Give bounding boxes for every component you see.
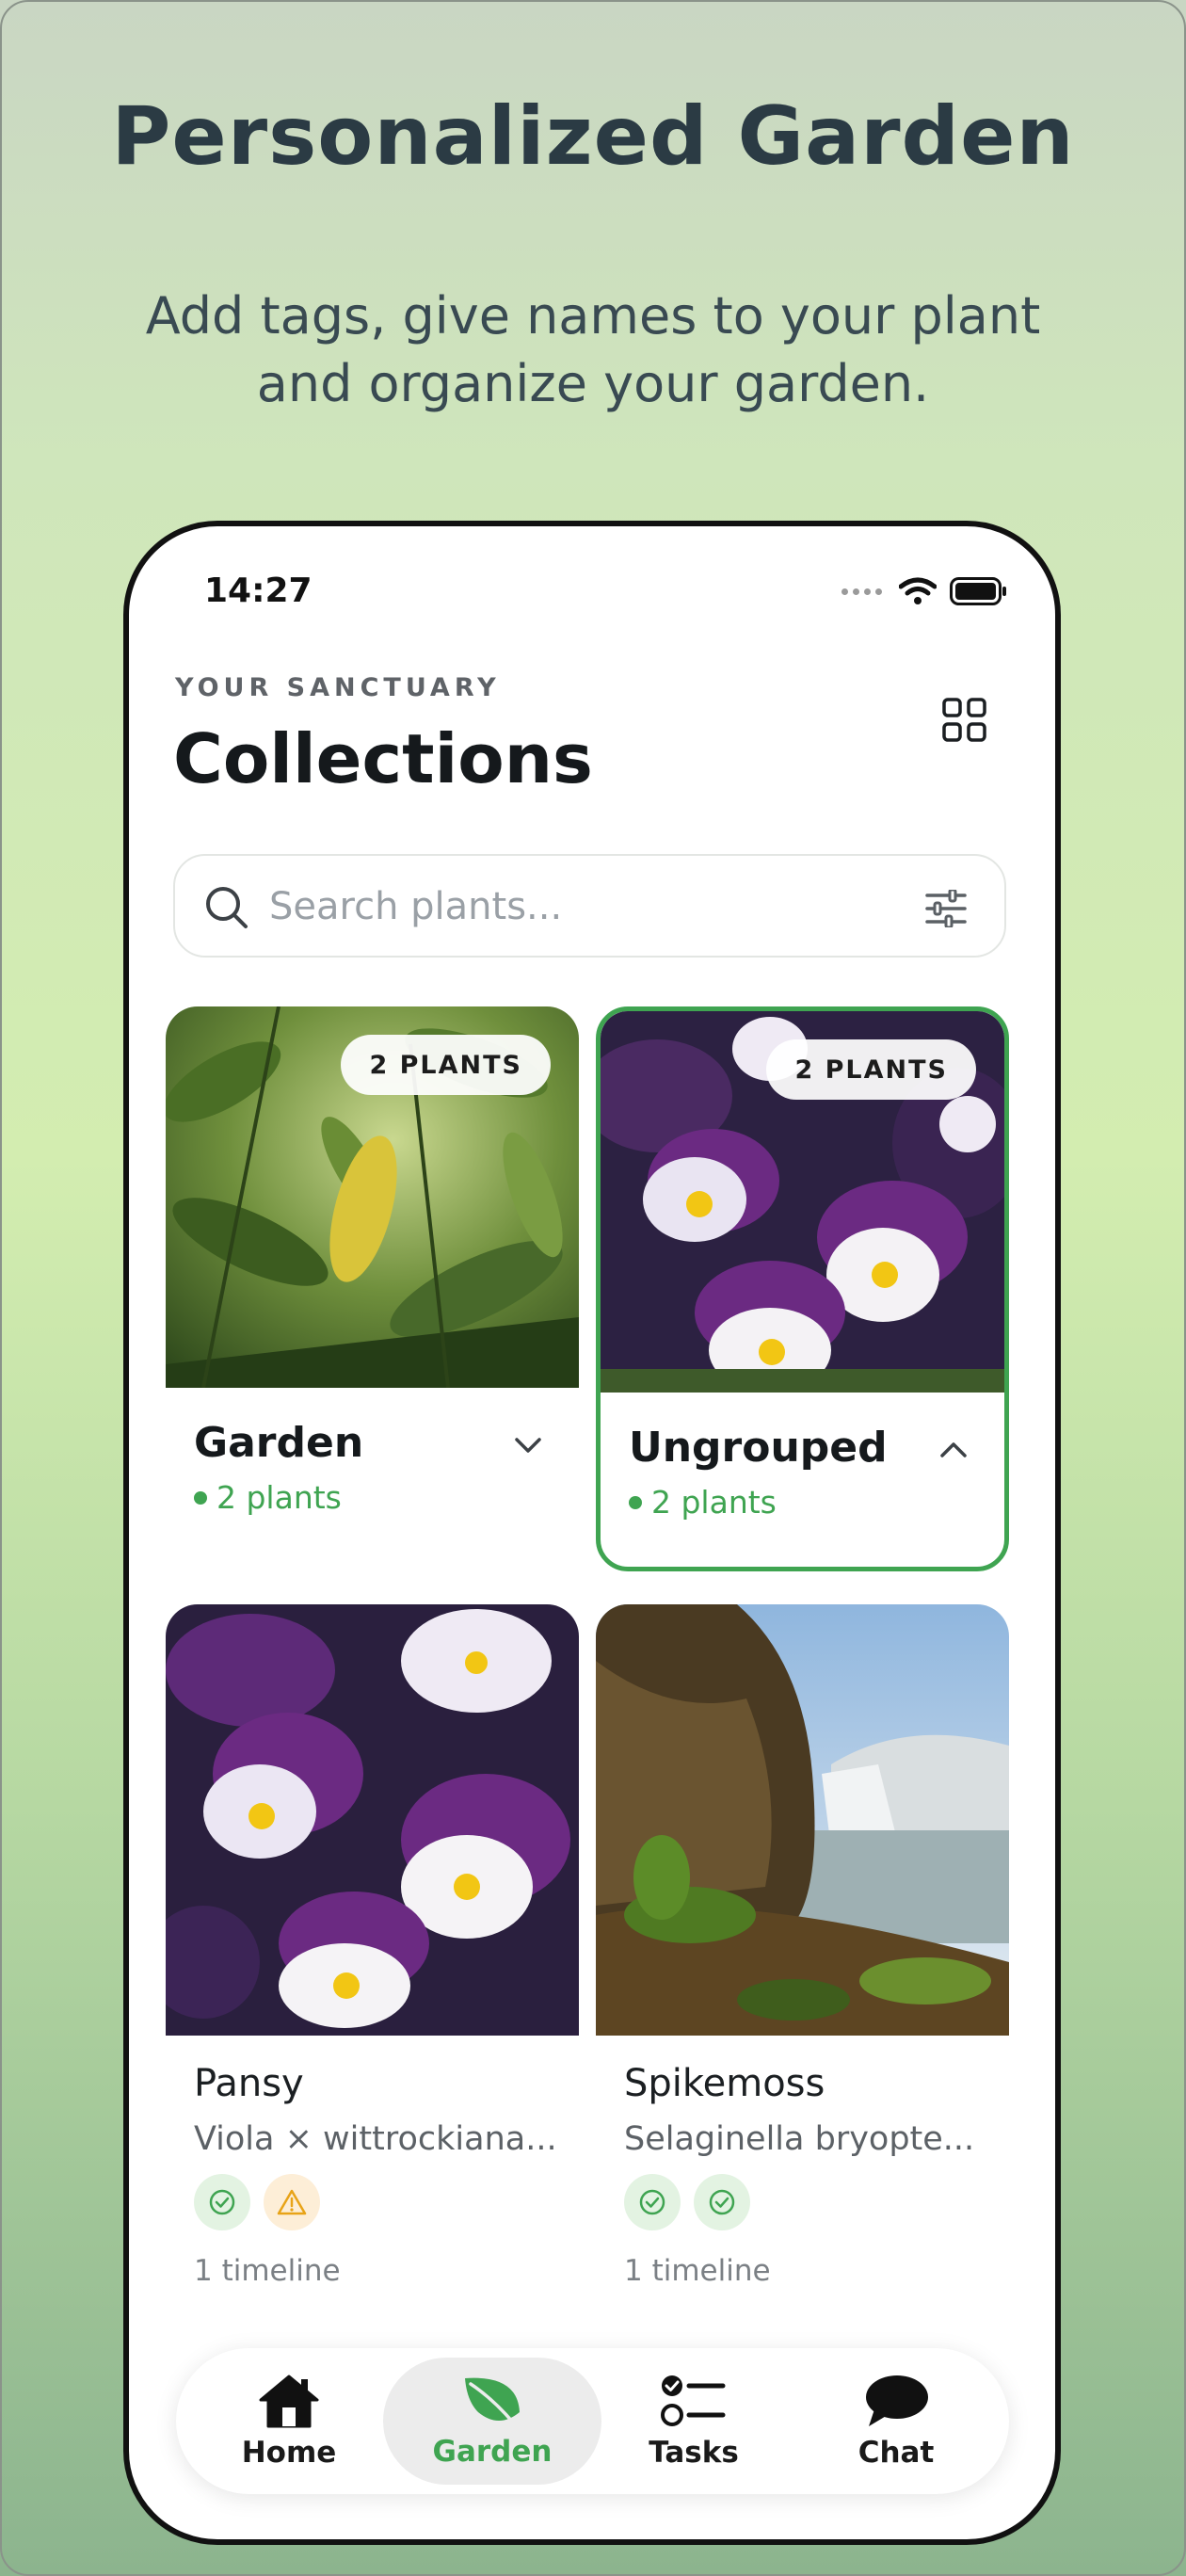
check-icon: [709, 2189, 735, 2215]
status-warning-badge: [264, 2174, 320, 2230]
plant-count-pill: 2 PLANTS: [341, 1035, 551, 1095]
plant-photo-pansy: [166, 1604, 579, 2036]
tab-label: Home: [241, 2435, 337, 2470]
status-bar: 14:27: [204, 572, 1008, 619]
plant-card-spikemoss[interactable]: Spikemoss Selaginella bryopte... 1 timel…: [596, 1604, 1009, 2329]
check-icon: [639, 2189, 665, 2215]
check-icon: [209, 2189, 235, 2215]
tab-label: Chat: [857, 2435, 935, 2470]
search-icon: [206, 887, 248, 928]
plant-name: Pansy: [194, 2062, 304, 2105]
count-dot: [194, 1490, 207, 1505]
status-ok-badge: [194, 2174, 250, 2230]
status-time: 14:27: [204, 572, 313, 610]
collection-card-garden[interactable]: 2 PLANTS Garden 2 plants: [166, 1006, 579, 1571]
section-eyebrow: YOUR SANCTUARY: [175, 673, 501, 702]
plant-scientific-name: Selaginella bryopte...: [624, 2120, 975, 2158]
bottom-tab-bar: Home Garden Tasks Chat: [176, 2348, 1009, 2494]
plant-timeline-count: 1 timeline: [624, 2254, 771, 2288]
cellular-dots-icon: [841, 588, 882, 595]
battery-icon: [950, 577, 1006, 605]
phone-frame: 14:27 YOUR SANCTUARY Collections Search …: [123, 521, 1061, 2545]
plant-scientific-name: Viola × wittrockiana...: [194, 2120, 557, 2158]
plant-card-pansy[interactable]: Pansy Viola × wittrockiana... 1 timeline: [166, 1604, 579, 2329]
tab-label: Garden: [432, 2434, 553, 2469]
chevron-up-icon[interactable]: [937, 1433, 970, 1467]
search-bar: [173, 854, 1006, 958]
tab-garden[interactable]: Garden: [383, 2358, 601, 2485]
plant-status-badges: [194, 2174, 320, 2230]
collection-card-ungrouped[interactable]: 2 PLANTS Ungrouped 2 plants: [596, 1006, 1009, 1571]
tasks-icon: [661, 2375, 726, 2426]
tab-chat[interactable]: Chat: [821, 2358, 971, 2485]
page-title: Collections: [173, 719, 593, 798]
collection-count: 2 plants: [629, 1484, 777, 1521]
wifi-icon: [899, 577, 937, 604]
warning-icon: [277, 2189, 307, 2215]
filter-icon[interactable]: [925, 890, 967, 927]
home-icon: [259, 2375, 319, 2427]
plant-timeline-count: 1 timeline: [194, 2254, 341, 2288]
chevron-down-icon[interactable]: [511, 1428, 545, 1462]
tab-home[interactable]: Home: [214, 2358, 364, 2485]
chat-icon: [866, 2375, 928, 2426]
collection-count: 2 plants: [194, 1479, 342, 1516]
status-icons: [841, 577, 1008, 605]
plant-count-pill: 2 PLANTS: [766, 1039, 976, 1100]
tab-tasks[interactable]: Tasks: [618, 2358, 769, 2485]
status-ok-badge: [624, 2174, 681, 2230]
collection-title: Garden: [194, 1419, 364, 1467]
collection-count-text: 2 plants: [651, 1484, 777, 1521]
collection-title: Ungrouped: [629, 1424, 888, 1472]
plant-name: Spikemoss: [624, 2062, 825, 2105]
status-ok-badge: [694, 2174, 750, 2230]
count-dot: [629, 1495, 642, 1509]
tab-label: Tasks: [649, 2435, 739, 2470]
leaf-icon: [465, 2377, 520, 2425]
promo-headline: Personalized Garden: [111, 89, 1075, 184]
collection-count-text: 2 plants: [216, 1479, 342, 1516]
plant-photo-spikemoss: [596, 1604, 1009, 2036]
promo-subline: Add tags, give names to your plant and o…: [145, 286, 1041, 413]
plant-status-badges: [624, 2174, 750, 2230]
search-input[interactable]: [269, 880, 872, 933]
grid-view-icon[interactable]: [940, 696, 989, 745]
